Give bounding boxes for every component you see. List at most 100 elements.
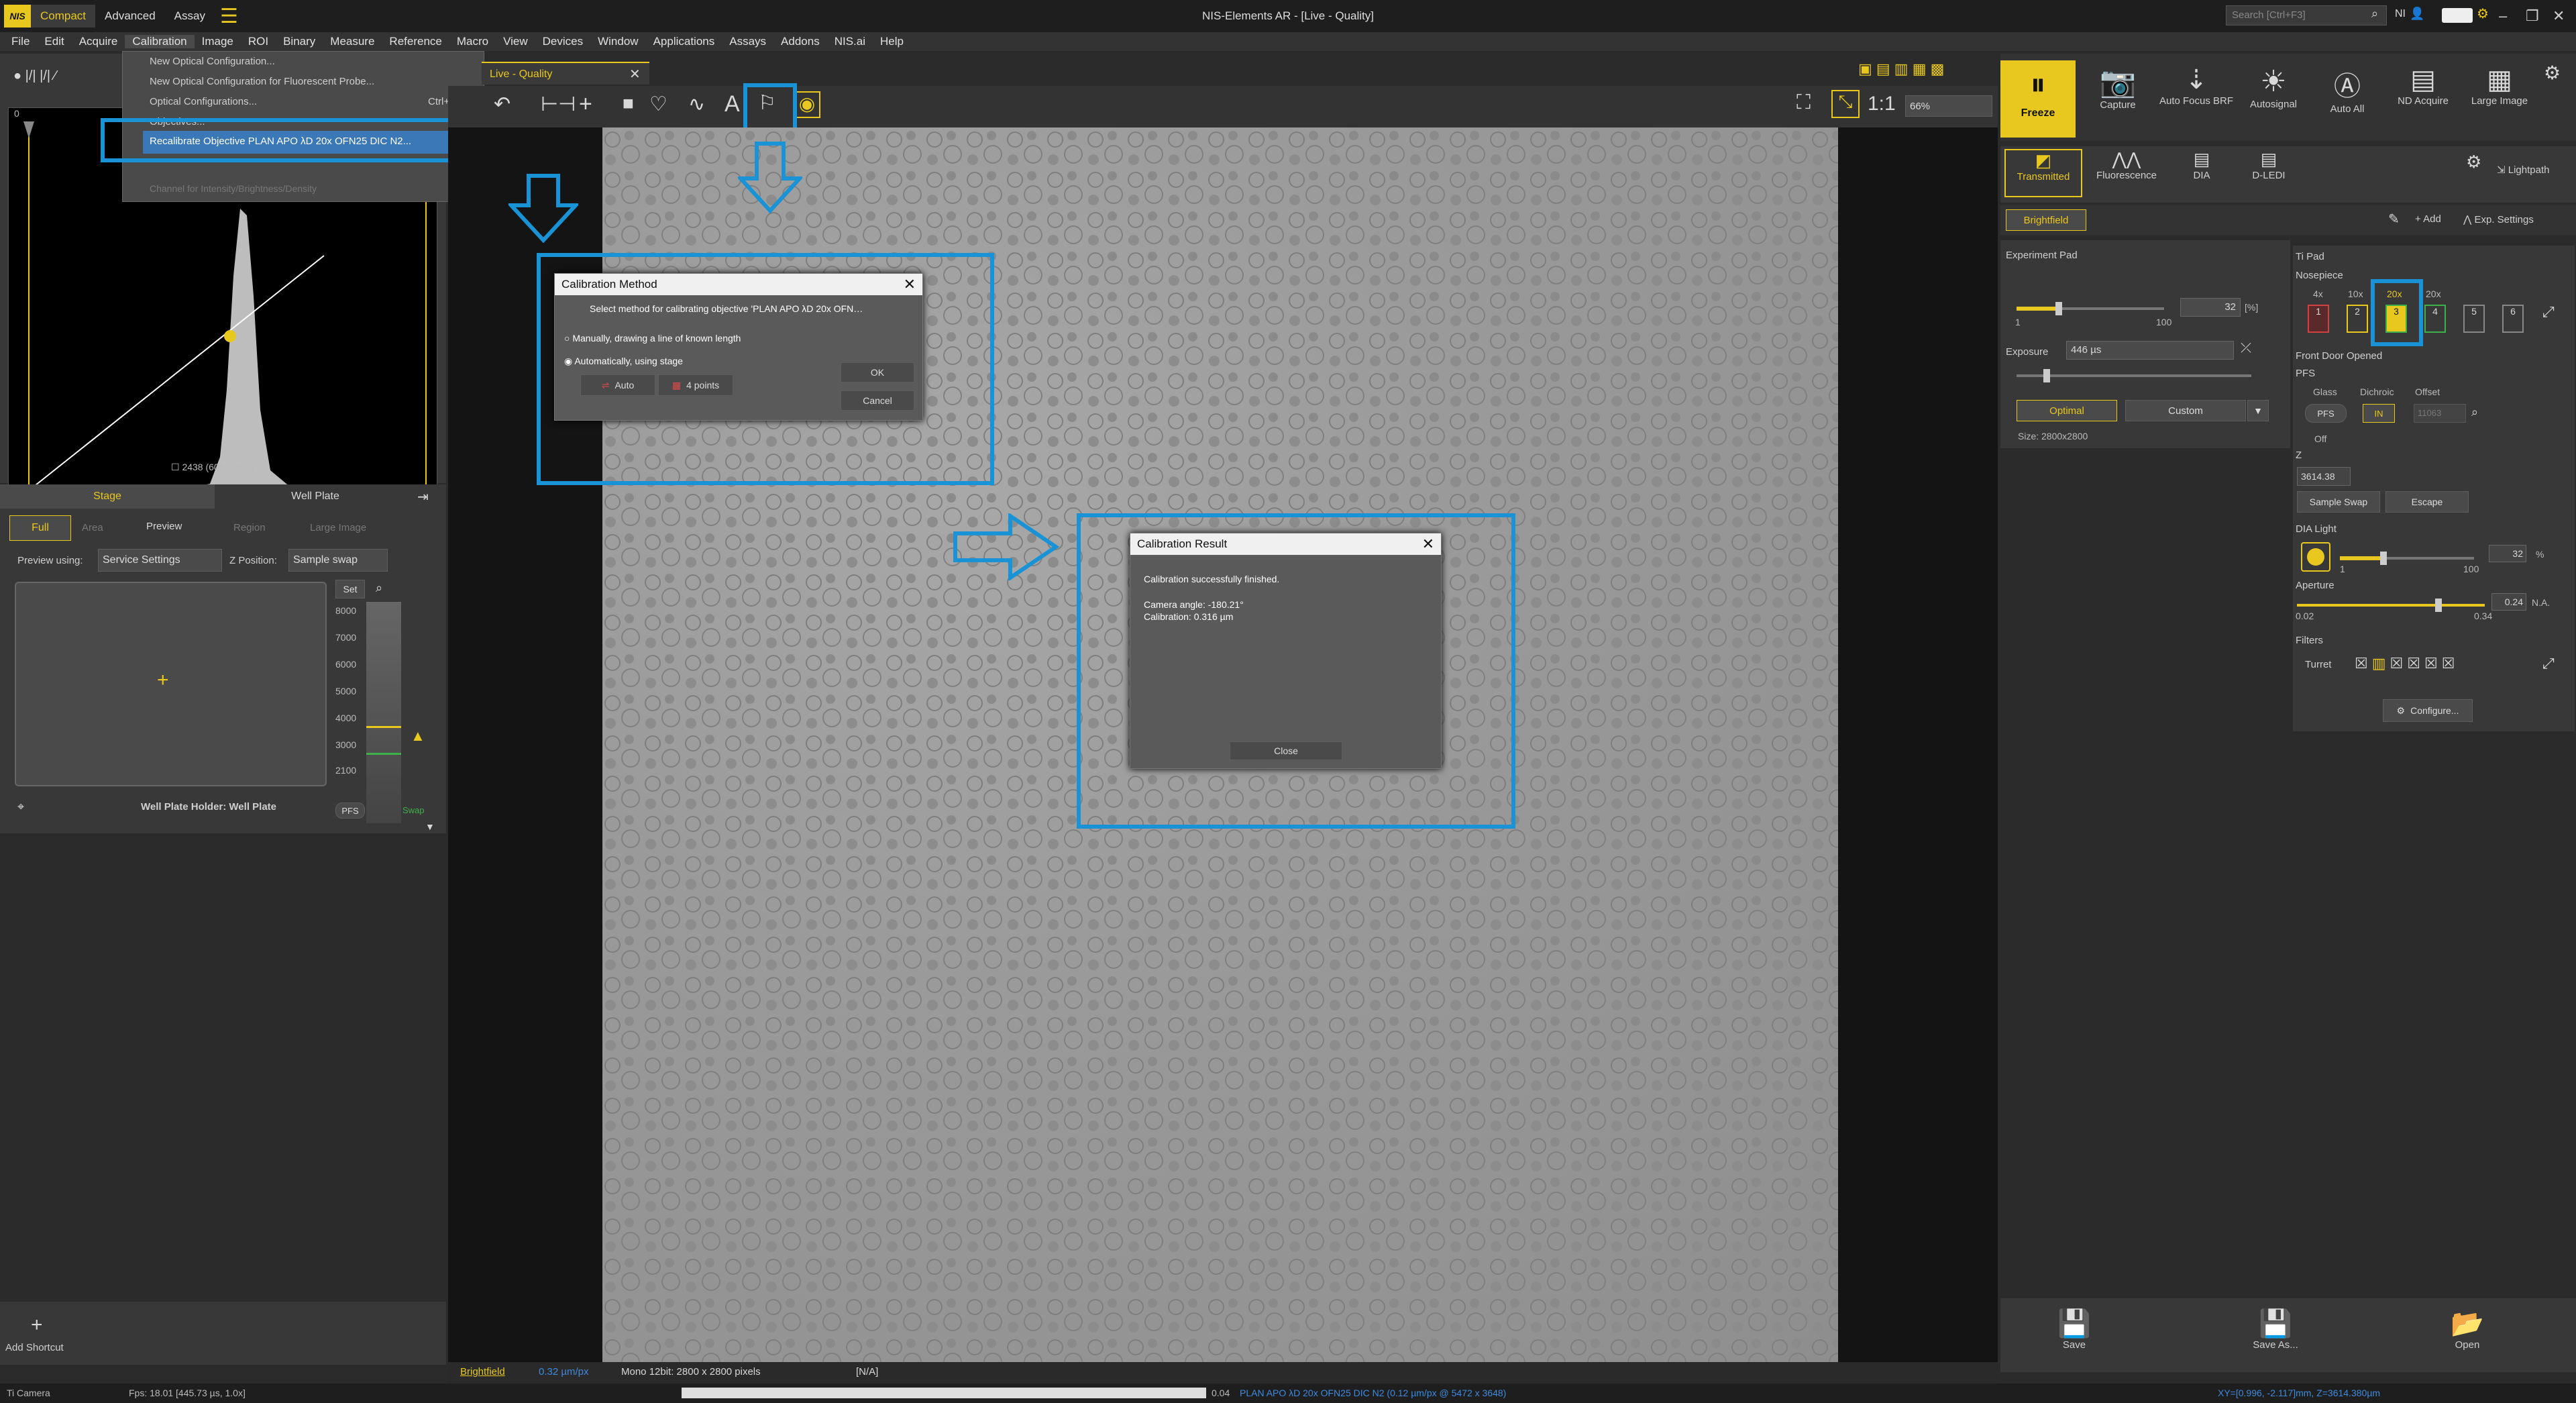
fit-image-icon[interactable]: ⤡ <box>1831 90 1860 118</box>
tab-dia[interactable]: ▤ DIA <box>2168 149 2235 197</box>
menu-image[interactable]: Image <box>195 35 241 48</box>
aperture-slider[interactable] <box>2297 599 2485 612</box>
dia-light-slider[interactable] <box>2340 552 2474 565</box>
offset-search-icon[interactable]: ⌕ <box>2471 405 2478 419</box>
region-button[interactable]: Region <box>233 522 266 533</box>
close-button[interactable]: ✕ <box>2553 0 2565 32</box>
mode-compact[interactable]: Compact <box>31 5 96 28</box>
area-button[interactable]: Area <box>82 522 103 533</box>
roi-icon[interactable]: ♡ <box>649 93 667 116</box>
mode-advanced[interactable]: Advanced <box>95 5 165 28</box>
exposure-reset-icon[interactable]: ⤫ <box>2241 341 2251 356</box>
oc-edit-icon[interactable]: ✎ <box>2388 211 2400 227</box>
hamburger-menu-icon[interactable]: ☰ <box>220 5 238 28</box>
freeze-button[interactable]: ⏸ Freeze <box>2000 60 2076 138</box>
autosignal-button[interactable]: ☀ Autosignal <box>2237 64 2310 110</box>
intensity-slider[interactable] <box>2017 302 2164 315</box>
tab-well-plate[interactable]: Well Plate <box>215 484 416 509</box>
dia-light-thumb[interactable] <box>2380 552 2387 565</box>
calib-result-close-icon[interactable]: ✕ <box>1422 533 1434 555</box>
maximize-button[interactable]: ❐ <box>2526 0 2539 32</box>
z-position-select[interactable]: Sample swap <box>288 549 388 572</box>
objective-slot-6[interactable]: 6 <box>2502 305 2524 333</box>
exp-settings-button[interactable]: ⋀ Exp. Settings <box>2463 213 2534 225</box>
menu-item-channel[interactable]: Channel for Intensity/Brightness/Density <box>150 183 317 194</box>
aperture-thumb[interactable] <box>2435 599 2442 612</box>
menu-calibration[interactable]: Calibration <box>125 35 195 48</box>
menu-acquire[interactable]: Acquire <box>72 35 125 48</box>
menu-macro[interactable]: Macro <box>449 35 496 48</box>
custom-button[interactable]: Custom <box>2125 400 2246 421</box>
tab-close-icon[interactable]: ✕ <box>629 66 641 83</box>
oc-add-button[interactable]: + Add <box>2415 213 2441 225</box>
tab-live-quality[interactable]: Live - Quality ✕ <box>482 62 649 85</box>
user-label[interactable]: NI <box>2395 8 2406 20</box>
menu-item-new-oc[interactable]: New Optical Configuration... <box>150 56 275 67</box>
configure-button[interactable]: ⚙ Configure... <box>2383 699 2473 722</box>
auto-button[interactable]: ⇌ Auto <box>580 374 655 396</box>
autofocus-target-icon[interactable]: ◉ <box>794 91 820 118</box>
z-value-input[interactable]: 3614.38 <box>2297 467 2351 486</box>
menu-item-oc[interactable]: Optical Configurations... <box>150 96 257 107</box>
save-button[interactable]: 💾 Save <box>2047 1308 2101 1351</box>
curve-icon[interactable]: ∿ <box>688 93 705 116</box>
menu-reference[interactable]: Reference <box>382 35 449 48</box>
autofocus-button[interactable]: ⇣ Auto Focus BRF <box>2156 64 2237 107</box>
z-set-button[interactable]: Set <box>335 580 365 599</box>
menu-assays[interactable]: Assays <box>722 35 773 48</box>
pfs-indicator[interactable]: PFS <box>335 802 365 819</box>
menu-binary[interactable]: Binary <box>276 35 323 48</box>
stage-crosshair-toggle-icon[interactable]: ⌖ <box>17 800 24 814</box>
stamp-icon[interactable]: ■ <box>623 93 634 114</box>
tab-transmitted[interactable]: ◩ Transmitted <box>2004 149 2082 197</box>
calib-method-close-icon[interactable]: ✕ <box>904 274 916 295</box>
lightpath-button[interactable]: ⇲ Lightpath <box>2497 164 2549 176</box>
ok-button[interactable]: OK <box>841 362 914 382</box>
light-settings-icon[interactable]: ⚙ <box>2466 152 2481 172</box>
objective-slot-5[interactable]: 5 <box>2463 305 2485 333</box>
tab-stage[interactable]: Stage <box>0 484 215 509</box>
stage-map[interactable]: + <box>15 582 327 786</box>
panel-expand-icon[interactable]: ⇥ <box>417 488 429 505</box>
capture-button[interactable]: 📷 Capture <box>2081 64 2155 111</box>
preview-using-select[interactable]: Service Settings <box>98 549 222 572</box>
intensity-input[interactable]: 32 <box>2180 298 2241 317</box>
panel-collapse-icon[interactable]: ▼ <box>425 821 435 832</box>
menu-edit[interactable]: Edit <box>37 35 71 48</box>
turret-slots[interactable]: ☒▥☒☒☒☒ <box>2355 655 2459 672</box>
menu-nisai[interactable]: NIS.ai <box>827 35 873 48</box>
menu-window[interactable]: Window <box>590 35 645 48</box>
sample-swap-button[interactable]: Sample Swap <box>2297 491 2380 513</box>
menu-help[interactable]: Help <box>873 35 911 48</box>
zoom-1to1-label[interactable]: 1:1 <box>1868 93 1896 115</box>
tab-dledi[interactable]: ▤ D-LEDI <box>2235 149 2302 197</box>
pfs-toggle[interactable]: PFS <box>2305 404 2347 423</box>
oc-brightfield[interactable]: Brightfield <box>2006 209 2086 231</box>
turret-active-slot[interactable]: ▥ <box>2372 655 2390 672</box>
theme-toggle[interactable] <box>2442 8 2473 23</box>
menu-roi[interactable]: ROI <box>241 35 276 48</box>
menu-applications[interactable]: Applications <box>646 35 722 48</box>
add-shortcut-icon[interactable]: + <box>31 1314 43 1337</box>
objective-slot-4[interactable]: 4 <box>2424 305 2446 333</box>
full-button[interactable]: Full <box>9 515 71 541</box>
opt-manual-radio[interactable]: ○ Manually, drawing a line of known leng… <box>564 333 741 344</box>
layout-icons[interactable]: ▣ ▤ ▥ ▦ ▩ <box>1858 60 1944 78</box>
opt-auto-radio[interactable]: ◉ Automatically, using stage <box>564 356 683 367</box>
dia-light-toggle[interactable] <box>2301 542 2330 572</box>
z-slider[interactable] <box>366 602 401 823</box>
nosepiece-pin-icon[interactable]: ⤢ <box>2542 303 2555 321</box>
tab-fluorescence[interactable]: ⋀⋀ Fluorescence <box>2086 149 2167 197</box>
measure-icon[interactable]: ⊢⊣ <box>541 93 576 116</box>
offset-input[interactable]: 11063 <box>2414 404 2466 423</box>
open-button[interactable]: 📂 Open <box>2440 1308 2494 1351</box>
escape-button[interactable]: Escape <box>2385 491 2469 513</box>
zoom-icon[interactable]: ⌕ <box>376 581 382 595</box>
large-image-ribbon-button[interactable]: ▦ Large Image <box>2461 64 2538 107</box>
custom-dropdown-icon[interactable]: ▼ <box>2247 400 2269 421</box>
exposure-thumb[interactable] <box>2043 369 2050 382</box>
large-image-button[interactable]: Large Image <box>310 522 366 533</box>
crosshair-tool-icon[interactable]: + <box>579 91 592 117</box>
menu-measure[interactable]: Measure <box>323 35 382 48</box>
dichroic-in-button[interactable]: IN <box>2363 404 2395 423</box>
